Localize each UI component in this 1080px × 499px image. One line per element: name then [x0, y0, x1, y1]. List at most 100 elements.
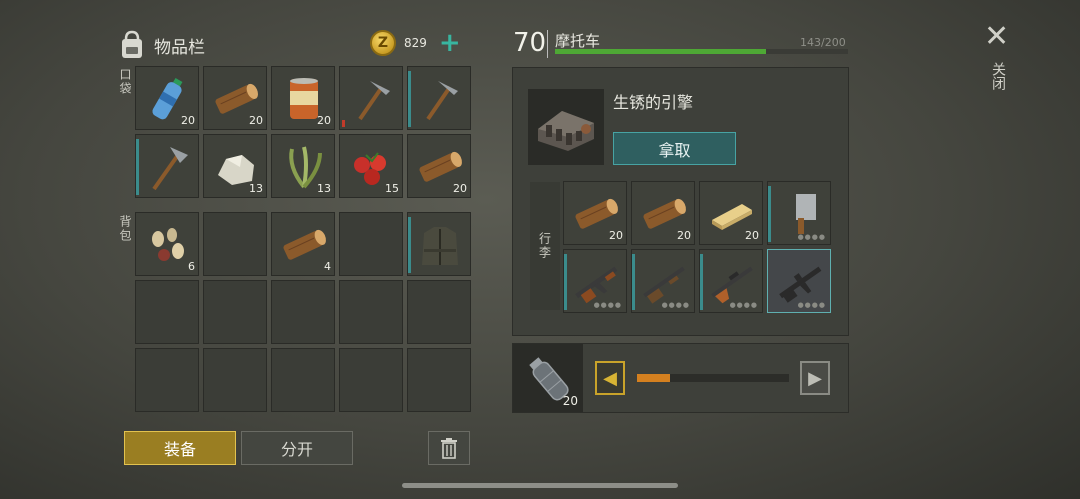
jacket-slot[interactable] — [407, 212, 471, 276]
item-count: 13 — [249, 182, 263, 195]
pickaxe-slot[interactable] — [339, 66, 403, 130]
empty-slot[interactable] — [339, 212, 403, 276]
coin-amount: 829 — [404, 36, 427, 50]
equipped-marker — [564, 254, 567, 310]
item-count: 20 — [249, 114, 263, 127]
inventory-title: 物品栏 — [154, 37, 205, 58]
empty-slot[interactable] — [407, 348, 471, 412]
decrease-button[interactable]: ◀ — [595, 361, 625, 395]
log-slot[interactable]: 4 — [271, 212, 335, 276]
header-divider — [547, 30, 548, 58]
equipped-marker — [136, 139, 139, 195]
increase-button[interactable]: ▶ — [800, 361, 830, 395]
seeds-icon — [152, 228, 184, 261]
vehicle-hp-text: 143/200 — [800, 36, 846, 49]
hatchet-slot[interactable] — [135, 134, 199, 198]
cargo-label-box: 行李 — [530, 182, 560, 310]
equipped-marker — [700, 254, 703, 310]
pickaxe-slot[interactable] — [407, 66, 471, 130]
transfer-slider[interactable] — [637, 374, 789, 382]
item-count: 20 — [181, 114, 195, 127]
pocket-label: 口袋 — [118, 68, 132, 96]
empty-slot[interactable] — [135, 348, 199, 412]
close-label[interactable]: 关闭 — [988, 62, 1008, 90]
vehicle-name: 摩托车 — [555, 32, 601, 50]
empty-slot[interactable] — [203, 348, 267, 412]
empty-slot[interactable] — [203, 212, 267, 276]
item-count: 6 — [188, 260, 195, 273]
log-slot[interactable]: 20 — [631, 181, 695, 245]
log-slot[interactable]: 20 — [563, 181, 627, 245]
vehicle-hp-fill — [555, 49, 766, 54]
hatchet-icon — [152, 147, 188, 191]
log-slot[interactable]: 20 — [203, 66, 267, 130]
water-bottle-slot[interactable]: 20 — [135, 66, 199, 130]
plant-fiber-slot[interactable]: 13 — [271, 134, 335, 198]
split-button[interactable]: 分开 — [241, 431, 353, 465]
pickaxe-icon — [358, 81, 390, 121]
canned-food-slot[interactable]: 20 — [271, 66, 335, 130]
equipped-marker — [408, 217, 411, 273]
coin-icon: Z — [370, 30, 396, 56]
equip-button[interactable]: 装备 — [124, 431, 236, 465]
vehicle-level: 70 — [513, 28, 547, 58]
item-count: 13 — [317, 182, 331, 195]
pickaxe-icon — [426, 81, 458, 121]
m16-rifle-slot[interactable]: ●●●● — [767, 249, 831, 313]
cargo-label: 行李 — [537, 232, 552, 260]
jacket-icon — [422, 227, 458, 265]
transfer-count: 20 — [562, 394, 578, 408]
item-count: 20 — [609, 229, 623, 242]
berries-slot[interactable]: 15 — [339, 134, 403, 198]
inventory-header: 物品栏 — [118, 28, 205, 62]
item-count: 20 — [453, 182, 467, 195]
coin-counter: Z 829 + — [370, 30, 461, 56]
durability-marker — [342, 120, 345, 127]
vehicle-hp-bar — [555, 49, 848, 54]
item-count: 20 — [317, 114, 331, 127]
arrow-left-icon: ◀ — [603, 367, 617, 389]
close-icon[interactable]: ✕ — [984, 22, 1009, 52]
backpack-label: 背包 — [118, 215, 132, 243]
durability-dots: ●●●● — [797, 233, 826, 241]
equipped-marker — [408, 71, 411, 127]
cargo-grid: 20 20 20 ●●●● ●●●● ●●●● ●●●● ●●●● — [563, 181, 831, 313]
transfer-item-slot: 20 — [513, 344, 583, 412]
add-coins-button[interactable]: + — [439, 30, 461, 56]
empty-slot[interactable] — [135, 280, 199, 344]
home-indicator[interactable] — [402, 483, 678, 488]
empty-slot[interactable] — [271, 280, 335, 344]
svd-rifle-slot[interactable]: ●●●● — [699, 249, 763, 313]
equipped-marker — [768, 186, 771, 242]
pocket-grid: 20 20 20 13 13 15 20 — [135, 66, 471, 198]
durability-dots: ●●●● — [797, 301, 826, 309]
durability-dots: ●●●● — [593, 301, 622, 309]
item-count: 20 — [677, 229, 691, 242]
item-count: 4 — [324, 260, 331, 273]
cleaver-slot[interactable]: ●●●● — [767, 181, 831, 245]
empty-slot[interactable] — [339, 280, 403, 344]
engine-icon — [538, 111, 594, 151]
ak-rifle-slot[interactable]: ●●●● — [563, 249, 627, 313]
durability-dots: ●●●● — [661, 301, 690, 309]
backpack-icon — [122, 30, 142, 58]
engine-name: 生锈的引擎 — [613, 93, 694, 112]
backpack-grid: 64 — [135, 212, 471, 412]
log-slot[interactable]: 20 — [407, 134, 471, 198]
empty-slot[interactable] — [203, 280, 267, 344]
item-count: 20 — [745, 229, 759, 242]
durability-dots: ●●●● — [729, 301, 758, 309]
plank-slot[interactable]: 20 — [699, 181, 763, 245]
empty-slot[interactable] — [339, 348, 403, 412]
log-icon — [283, 229, 326, 260]
shotgun-slot[interactable]: ●●●● — [631, 249, 695, 313]
stone-slot[interactable]: 13 — [203, 134, 267, 198]
engine-slot[interactable] — [528, 89, 604, 165]
arrow-right-icon: ▶ — [808, 367, 822, 389]
seeds-slot[interactable]: 6 — [135, 212, 199, 276]
empty-slot[interactable] — [271, 348, 335, 412]
trash-button[interactable] — [428, 431, 470, 465]
trash-icon — [441, 438, 457, 459]
take-button[interactable]: 拿取 — [613, 132, 736, 165]
empty-slot[interactable] — [407, 280, 471, 344]
